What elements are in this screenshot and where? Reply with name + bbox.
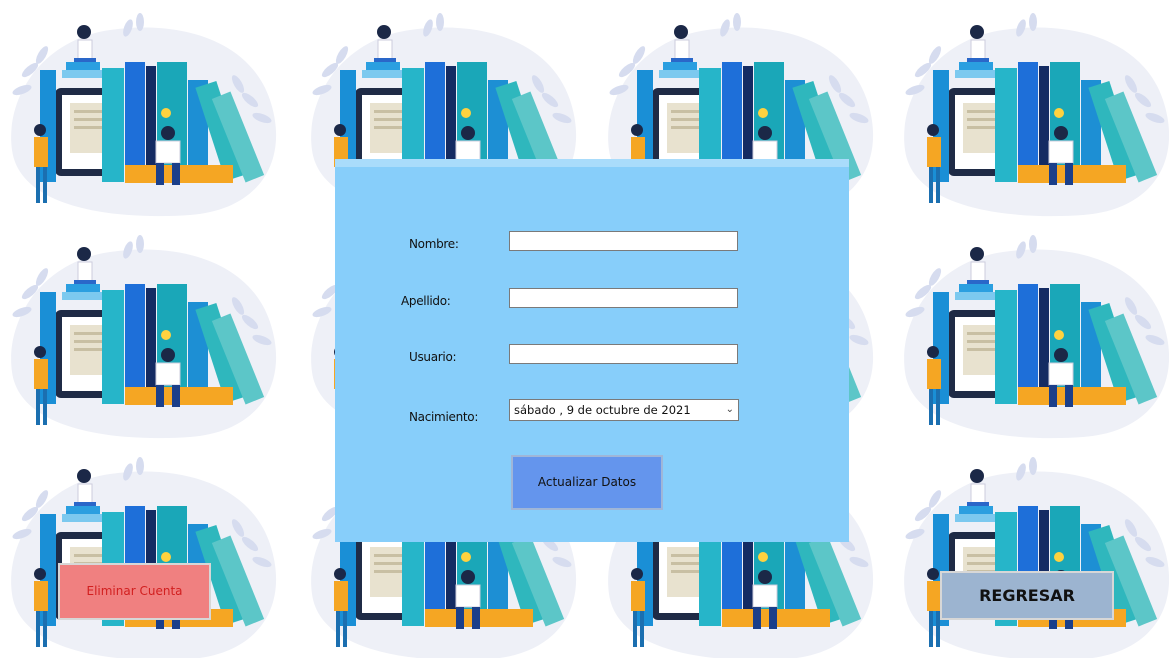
- birthdate-value: sábado , 9 de octubre de 2021: [514, 403, 691, 417]
- back-button[interactable]: REGRESAR: [940, 571, 1114, 620]
- apellido-label: Apellido:: [401, 294, 451, 308]
- nombre-label: Nombre:: [409, 237, 459, 251]
- delete-account-button[interactable]: Eliminar Cuenta: [58, 563, 211, 620]
- update-form-panel: Nombre: Apellido: Usuario: Nacimiento: s…: [335, 159, 849, 542]
- birthdate-picker[interactable]: sábado , 9 de octubre de 2021 ⌄: [509, 399, 739, 421]
- nacimiento-label: Nacimiento:: [409, 410, 479, 424]
- update-data-button[interactable]: Actualizar Datos: [511, 455, 663, 510]
- usuario-input[interactable]: [509, 344, 738, 364]
- nombre-input[interactable]: [509, 231, 738, 251]
- apellido-input[interactable]: [509, 288, 738, 308]
- chevron-down-icon[interactable]: ⌄: [726, 400, 734, 420]
- usuario-label: Usuario:: [409, 350, 457, 364]
